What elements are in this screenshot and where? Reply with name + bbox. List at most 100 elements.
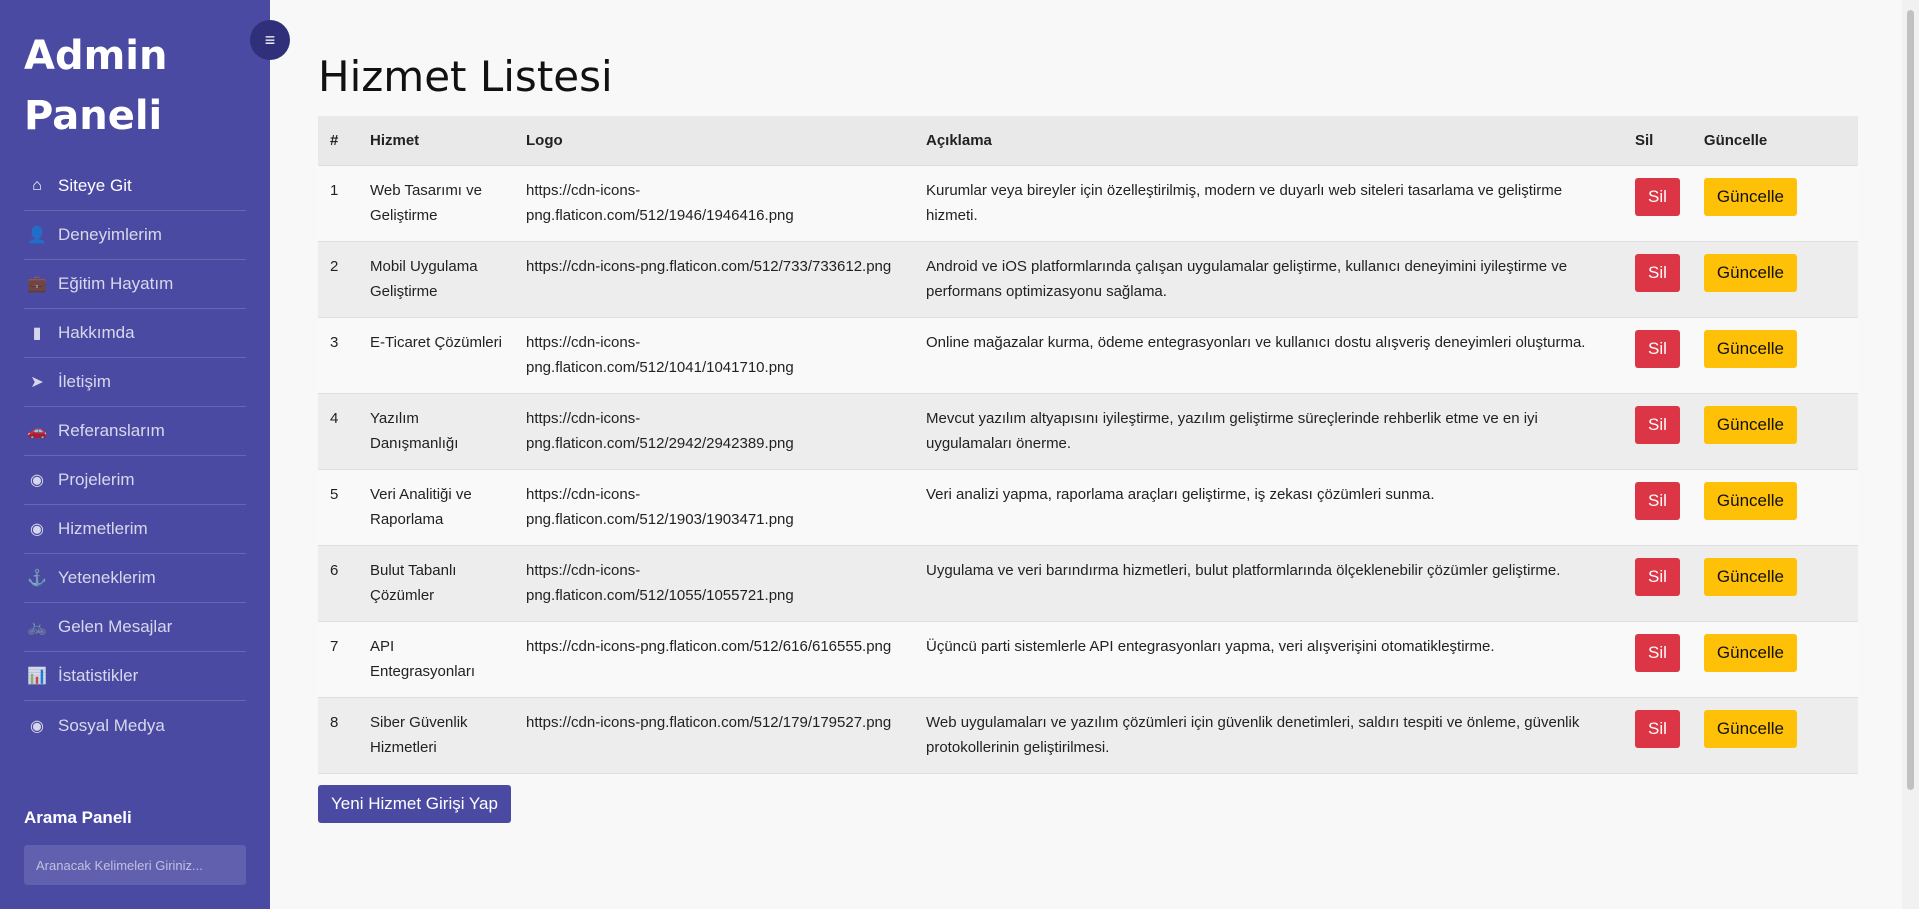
table-header-row: # Hizmet Logo Açıklama Sil Güncelle: [318, 116, 1858, 166]
brand-title: Admin Paneli: [24, 33, 168, 139]
user-icon: 👤: [27, 227, 47, 244]
table-row: 7 API Entegrasyonları https://cdn-icons-pn…: [318, 621, 1858, 698]
sidebar-item[interactable]: ⌂ Siteye Git: [24, 162, 246, 211]
cell-service: Siber Güvenlik Hizmetleri: [358, 697, 514, 774]
delete-button[interactable]: Sil: [1635, 482, 1680, 520]
new-service-button[interactable]: Yeni Hizmet Girişi Yap: [318, 785, 511, 823]
table-body: 1 Web Tasarımı ve Geliştirme https://cdn-i…: [318, 165, 1858, 774]
sidebar-item[interactable]: 💼 Eğitim Hayatım: [24, 260, 246, 309]
sidebar-item-label: Deneyimlerim: [58, 225, 162, 244]
cell-delete: Sil: [1623, 165, 1692, 242]
sidebar-item[interactable]: ▮ Hakkımda: [24, 309, 246, 358]
cell-description: Web uygulamaları ve yazılım çözümleri iç…: [914, 697, 1623, 774]
cell-number: 7: [318, 621, 358, 698]
search-input[interactable]: [24, 845, 246, 885]
vertical-scrollbar[interactable]: [1902, 0, 1919, 909]
sidebar-item[interactable]: 👤 Deneyimlerim: [24, 211, 246, 260]
table-row: 2 Mobil Uygulama Geliştirme https://cdn-ic…: [318, 241, 1858, 318]
bar-chart-icon: 📊: [27, 668, 47, 685]
cell-number: 2: [318, 241, 358, 318]
cell-description: Android ve iOS platformlarında çalışan u…: [914, 241, 1623, 318]
cell-logo-url: https://cdn-icons-png.flaticon.com/512/1…: [514, 317, 914, 394]
cell-description: Online mağazalar kurma, ödeme entegrasyo…: [914, 317, 1623, 394]
sidebar-item-label: Hakkımda: [58, 323, 135, 342]
sidebar-item[interactable]: 📊 İstatistikler: [24, 652, 246, 701]
sidebar-item-label: Projelerim: [58, 470, 135, 489]
sidebar-menu: ⌂ Siteye Git 👤 Deneyimlerim 💼 Eğitim Hayatım ▮…: [24, 162, 246, 750]
column-header-update: Güncelle: [1691, 116, 1858, 166]
cell-service: Veri Analitiği ve Raporlama: [358, 469, 514, 546]
cell-description: Uygulama ve veri barındırma hizmetleri, …: [914, 545, 1623, 622]
sidebar-item[interactable]: ◉ Hizmetlerim: [24, 505, 246, 554]
user-circle-icon: ◉: [30, 521, 44, 538]
cell-delete: Sil: [1623, 469, 1692, 546]
delete-button[interactable]: Sil: [1635, 634, 1680, 672]
sidebar-item-label: Sosyal Medya: [58, 715, 165, 735]
cell-description: Veri analizi yapma, raporlama araçları g…: [914, 469, 1623, 546]
update-button[interactable]: Güncelle: [1703, 330, 1798, 368]
update-button[interactable]: Güncelle: [1703, 254, 1798, 292]
sidebar-item[interactable]: ◉ Sosyal Medya: [24, 701, 246, 750]
cell-number: 3: [318, 317, 358, 394]
paper-plane-icon: ➤: [30, 374, 44, 391]
user-circle-icon: ◉: [30, 717, 44, 735]
services-table: # Hizmet Logo Açıklama Sil Güncelle 1 Web…: [318, 116, 1858, 774]
update-button[interactable]: Güncelle: [1703, 178, 1798, 216]
cell-logo-url: https://cdn-icons-png.flaticon.com/512/1…: [514, 469, 914, 546]
sidebar-item[interactable]: ➤ İletişim: [24, 358, 246, 407]
cell-description: Üçüncü parti sistemlerle API entegrasyon…: [914, 621, 1623, 698]
sidebar-item[interactable]: ⚓ Yeteneklerim: [24, 554, 246, 603]
cell-update: Güncelle: [1691, 545, 1858, 622]
sidebar-item-label: İletişim: [58, 372, 111, 391]
update-button[interactable]: Güncelle: [1703, 634, 1798, 672]
cell-number: 8: [318, 697, 358, 774]
cell-service: Bulut Tabanlı Çözümler: [358, 545, 514, 622]
cell-description: Mevcut yazılım altyapısını iyileştirme, …: [914, 393, 1623, 470]
cell-update: Güncelle: [1691, 621, 1858, 698]
column-header-delete: Sil: [1623, 116, 1692, 166]
cell-number: 4: [318, 393, 358, 470]
sidebar-toggle-button[interactable]: ≡: [250, 20, 290, 60]
user-circle-icon: ◉: [30, 472, 44, 489]
update-button[interactable]: Güncelle: [1703, 710, 1798, 748]
delete-button[interactable]: Sil: [1635, 178, 1680, 216]
cell-service: API Entegrasyonları: [358, 621, 514, 698]
update-button[interactable]: Güncelle: [1703, 558, 1798, 596]
table-row: 1 Web Tasarımı ve Geliştirme https://cdn-i…: [318, 165, 1858, 242]
cell-logo-url: https://cdn-icons-png.flaticon.com/512/1…: [514, 165, 914, 242]
car-icon: 🚗: [27, 423, 47, 440]
sidebar-item-label: Hizmetlerim: [58, 519, 148, 538]
sidebar-item[interactable]: 🚲 Gelen Mesajlar: [24, 603, 246, 652]
cell-delete: Sil: [1623, 241, 1692, 318]
cell-number: 1: [318, 165, 358, 242]
sidebar-item[interactable]: ◉ Projelerim: [24, 456, 246, 505]
cell-update: Güncelle: [1691, 317, 1858, 394]
cell-service: Web Tasarımı ve Geliştirme: [358, 165, 514, 242]
sidebar-item[interactable]: 🚗 Referanslarım: [24, 407, 246, 456]
sidebar: Admin Paneli ⌂ Siteye Git 👤 Deneyimlerim 💼 Eğ…: [0, 0, 270, 909]
delete-button[interactable]: Sil: [1635, 254, 1680, 292]
table-row: 4 Yazılım Danışmanlığı https://cdn-icons-p…: [318, 393, 1858, 470]
cell-logo-url: https://cdn-icons-png.flaticon.com/512/7…: [514, 241, 914, 318]
cell-description: Kurumlar veya bireyler için özelleştiril…: [914, 165, 1623, 242]
update-button[interactable]: Güncelle: [1703, 406, 1798, 444]
cell-delete: Sil: [1623, 621, 1692, 698]
sidebar-item-label: Referanslarım: [58, 421, 165, 440]
search-panel-title: Arama Paneli: [24, 808, 132, 827]
cell-delete: Sil: [1623, 545, 1692, 622]
update-button[interactable]: Güncelle: [1703, 482, 1798, 520]
delete-button[interactable]: Sil: [1635, 406, 1680, 444]
cell-update: Güncelle: [1691, 165, 1858, 242]
column-header-logo: Logo: [514, 116, 914, 166]
delete-button[interactable]: Sil: [1635, 710, 1680, 748]
sidebar-item-label: Siteye Git: [58, 176, 132, 195]
cell-update: Güncelle: [1691, 697, 1858, 774]
sidebar-item-label: İstatistikler: [58, 666, 139, 685]
delete-button[interactable]: Sil: [1635, 330, 1680, 368]
table-row: 6 Bulut Tabanlı Çözümler https://cdn-icons…: [318, 545, 1858, 622]
sidebar-item-label: Gelen Mesajlar: [58, 617, 173, 636]
scrollbar-thumb[interactable]: [1907, 10, 1914, 790]
delete-button[interactable]: Sil: [1635, 558, 1680, 596]
bicycle-icon: 🚲: [27, 619, 47, 636]
cell-update: Güncelle: [1691, 241, 1858, 318]
